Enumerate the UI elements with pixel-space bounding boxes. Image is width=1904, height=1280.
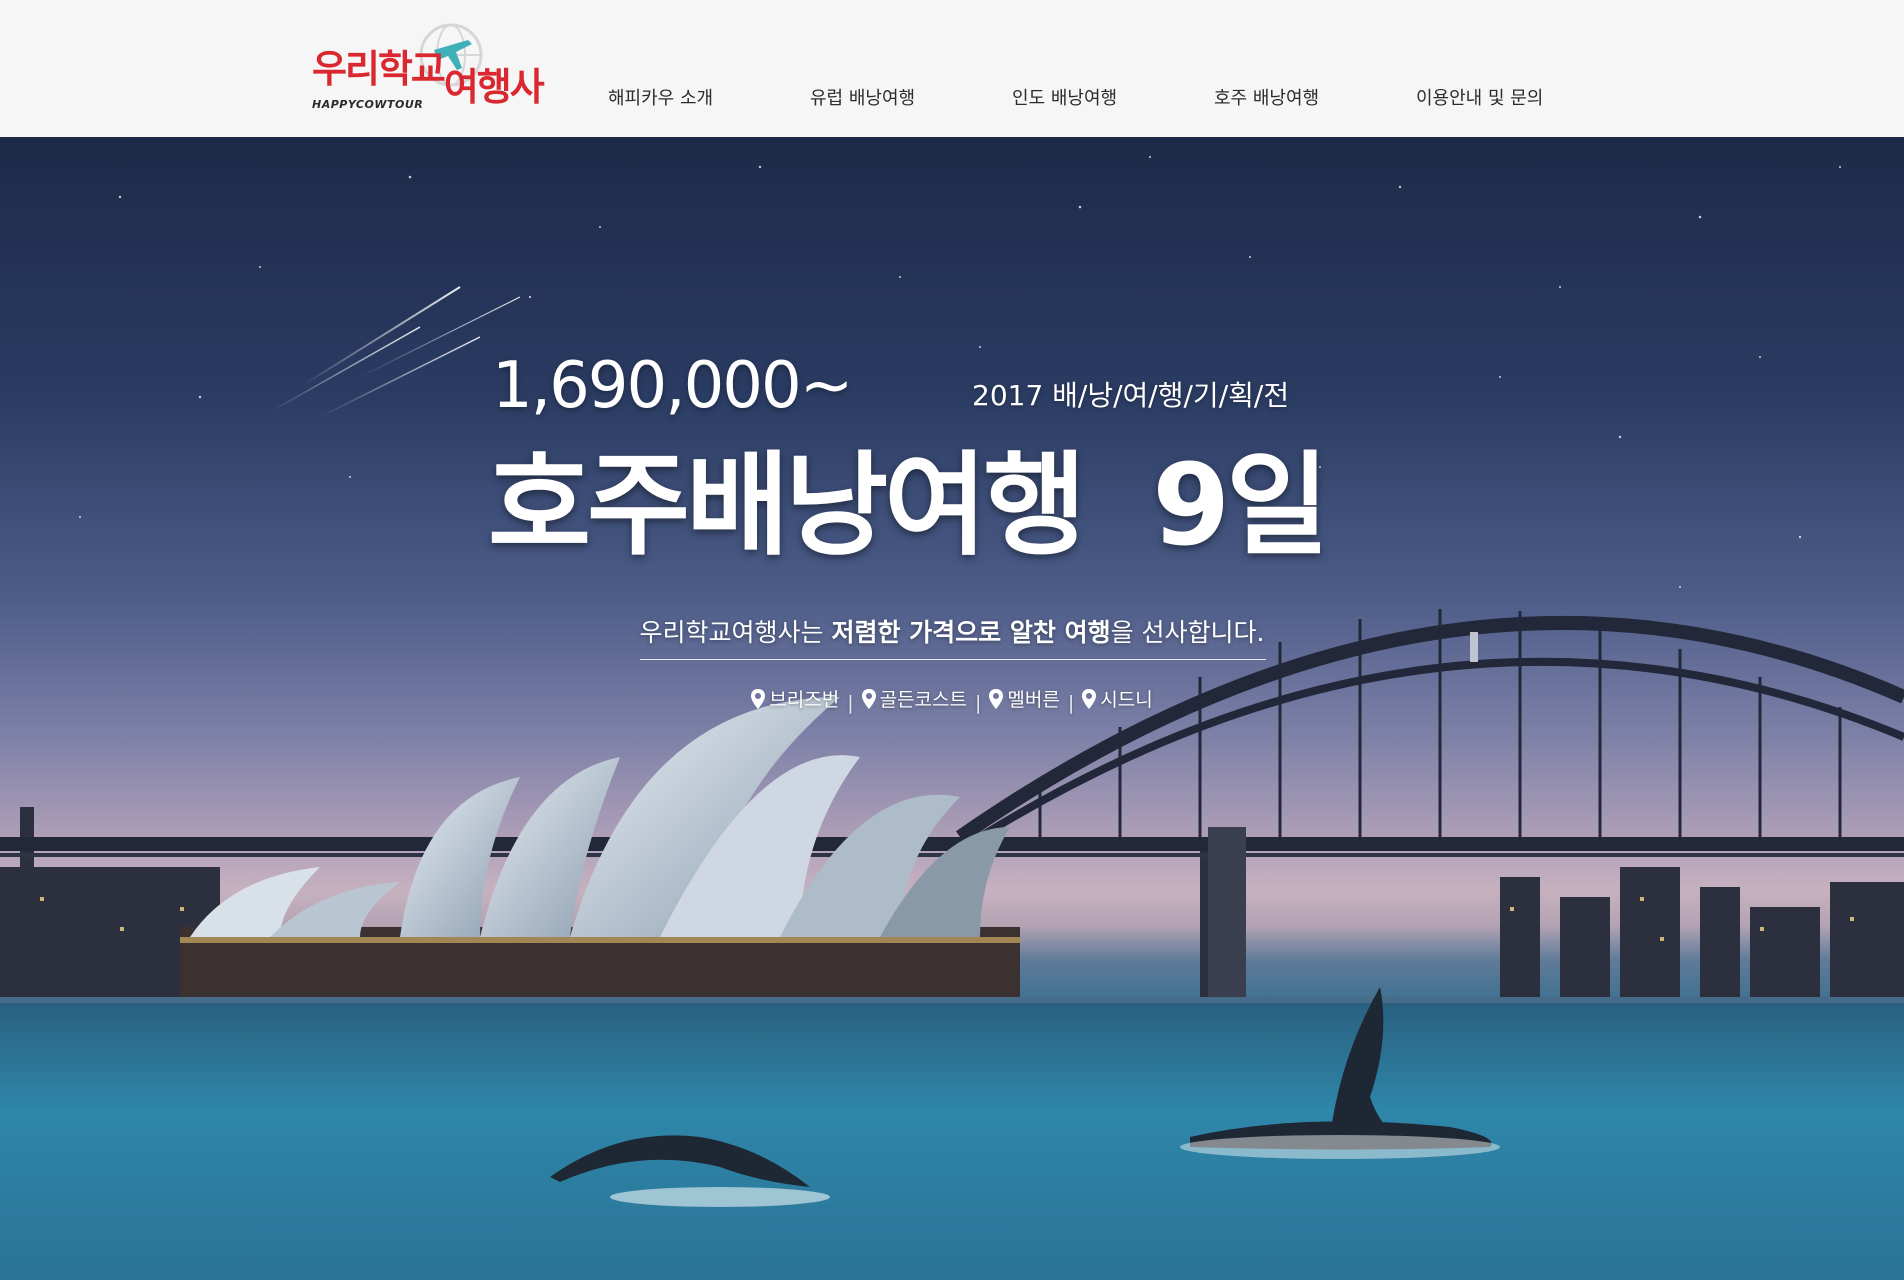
logo-subtext: HAPPYCOWTOUR <box>312 98 424 111</box>
site-logo[interactable]: 우리학교여행사 HAPPYCOWTOUR <box>312 18 545 114</box>
city-separator: | <box>975 691 982 714</box>
location-pin-icon <box>1082 688 1097 709</box>
nav-item-about[interactable]: 해피카우 소개 <box>608 84 713 110</box>
city-goldcoast[interactable]: 골든코스트 <box>861 685 967 712</box>
tagline-prefix: 우리학교여행사는 <box>639 618 832 647</box>
city-name: 브리즈번 <box>769 689 840 711</box>
hero-tagline: 우리학교여행사는 저렴한 가격으로 알찬 여행을 선사합니다. <box>0 613 1904 649</box>
tagline-suffix: 을 선사합니다. <box>1110 618 1265 647</box>
city-name: 멜버른 <box>1007 689 1060 711</box>
nav-item-australia[interactable]: 호주 배낭여행 <box>1214 84 1319 110</box>
nav-item-guide[interactable]: 이용안내 및 문의 <box>1416 84 1543 110</box>
price-label: 1,690,000~ <box>492 349 853 423</box>
tagline-bold: 저렴한 가격으로 알찬 여행 <box>831 618 1111 647</box>
hero-title: 호주배낭여행 9일 <box>488 441 1329 571</box>
nav-item-europe[interactable]: 유럽 배낭여행 <box>810 84 915 110</box>
city-separator: | <box>847 691 854 714</box>
city-sydney[interactable]: 시드니 <box>1082 685 1153 712</box>
city-separator: | <box>1067 691 1075 714</box>
tagline-divider <box>640 659 1266 660</box>
location-pin-icon <box>989 688 1004 709</box>
meteors <box>269 286 521 418</box>
logo-line2: 여행사 <box>443 65 545 109</box>
city-melbourne[interactable]: 멜버른 <box>989 685 1060 712</box>
site-header: 우리학교여행사 HAPPYCOWTOUR 해피카우 소개 유럽 배낭여행 인도 … <box>0 0 1904 138</box>
harbour-water <box>0 997 1904 1280</box>
event-subtitle: 2017 배/낭/여/행/기/획/전 <box>972 379 1290 412</box>
location-pin-icon <box>751 688 766 709</box>
city-name: 골든코스트 <box>879 689 967 711</box>
city-brisbane[interactable]: 브리즈번 <box>751 685 839 712</box>
city-name: 시드니 <box>1100 689 1153 711</box>
location-pin-icon <box>861 688 876 709</box>
logo-line1: 우리학교 <box>312 47 446 91</box>
city-list: 브리즈번 | 골든코스트 | 멜버른 | 시드니 <box>0 685 1904 714</box>
nav-item-india[interactable]: 인도 배낭여행 <box>1012 84 1117 110</box>
hero-banner: 1,690,000~ 2017 배/낭/여/행/기/획/전 호주배낭여행 9일 … <box>0 137 1904 1280</box>
logo-text: 우리학교여행사 <box>312 38 545 109</box>
